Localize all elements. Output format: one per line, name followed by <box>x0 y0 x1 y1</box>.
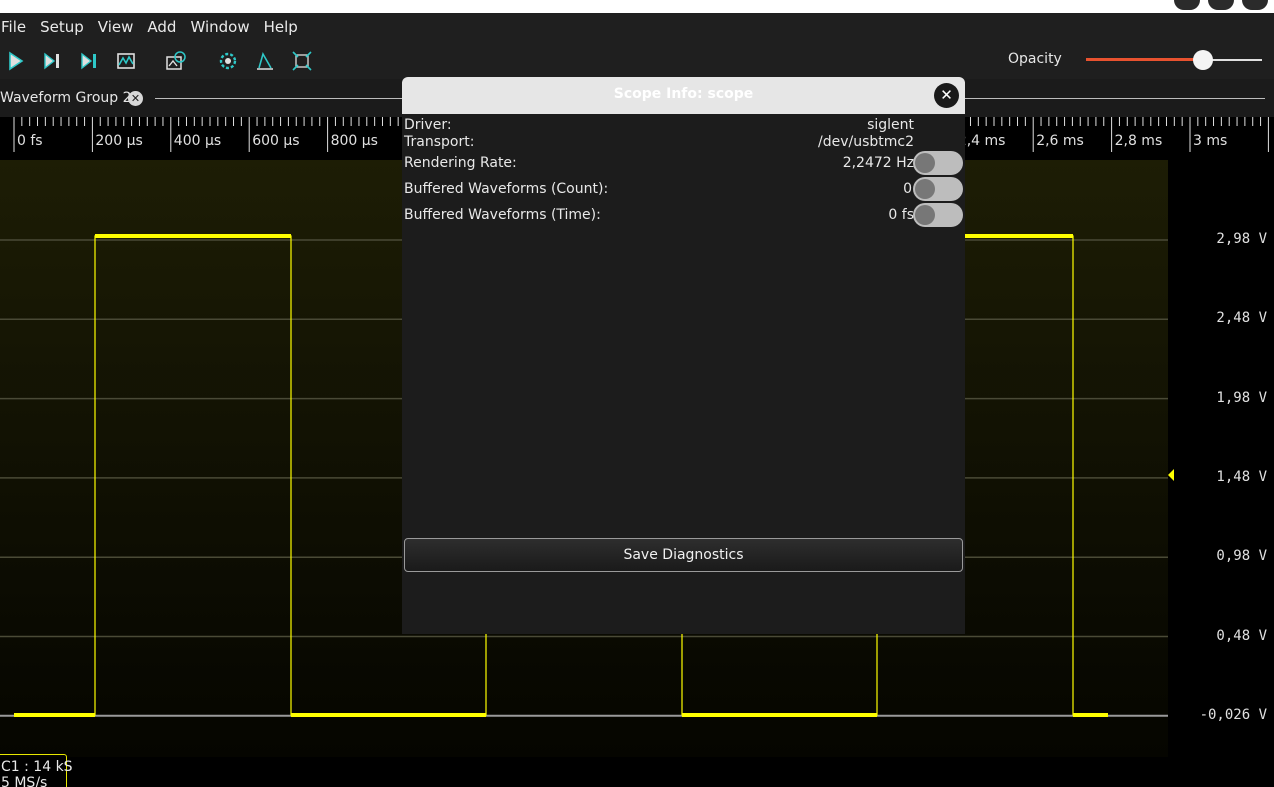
dialog-close-button[interactable]: ✕ <box>934 83 959 108</box>
time-tick-label: 800 µs <box>330 133 378 149</box>
rendering-rate-toggle[interactable] <box>913 151 963 175</box>
fullscreen-icon <box>292 51 312 71</box>
info-key: Buffered Waveforms (Time): <box>404 207 601 223</box>
time-tick-label: 2,8 ms <box>1114 133 1163 149</box>
menu-window[interactable]: Window <box>184 13 257 41</box>
toggle-knob <box>915 153 935 173</box>
toggle-knob <box>915 205 935 225</box>
tab-close-icon[interactable]: ✕ <box>128 91 143 106</box>
channel-sample-rate: 5 MS/s <box>1 775 48 787</box>
opacity-slider-fill <box>1086 58 1204 61</box>
maximize-window-button[interactable] <box>1208 0 1234 10</box>
opacity-slider-thumb[interactable] <box>1193 50 1214 70</box>
waveform-noise-band <box>291 713 486 717</box>
toolbar: Opacity <box>0 41 1274 79</box>
play-icon <box>9 51 24 71</box>
save-diagnostics-button[interactable]: Save Diagnostics <box>404 538 963 572</box>
buffered-time-toggle[interactable] <box>913 203 963 227</box>
menu-add[interactable]: Add <box>141 13 184 41</box>
dialog-title: Scope Info: scope <box>613 86 754 102</box>
settings-button[interactable] <box>214 49 242 73</box>
info-key: Transport: <box>404 134 475 150</box>
menu-view[interactable]: View <box>92 13 142 41</box>
waveform-noise-band <box>682 713 877 717</box>
info-key: Buffered Waveforms (Count): <box>404 181 609 197</box>
menu-setup[interactable]: Setup <box>34 13 92 41</box>
dialog-titlebar[interactable]: Scope Info: scope ✕ <box>402 77 965 114</box>
single-trigger-icon <box>44 52 59 70</box>
autofit-icon <box>257 51 273 70</box>
voltage-tick-label: -0,026 V <box>1199 706 1267 723</box>
voltage-tick-label: 1,98 V <box>1216 389 1267 406</box>
time-tick-label: 0 fs <box>17 133 43 149</box>
waveform-noise-band <box>1073 713 1108 717</box>
waveform-group-button[interactable] <box>162 49 190 73</box>
waveform-noise-band <box>965 234 1073 238</box>
info-row-rendering-rate: Rendering Rate: 2,2472 Hz <box>404 155 914 173</box>
status-area: C1 : 14 kS 5 MS/s <box>0 754 1274 787</box>
opacity-label: Opacity <box>1008 51 1062 67</box>
info-row-driver: Driver: siglent <box>404 117 914 135</box>
channel-info-box[interactable]: C1 : 14 kS 5 MS/s <box>0 754 73 787</box>
voltage-tick-label: 0,98 V <box>1216 548 1267 565</box>
time-tick-label: 2,6 ms <box>1036 133 1084 149</box>
info-value: 0 <box>903 181 912 197</box>
info-row-buffered-count: Buffered Waveforms (Count): 0 <box>404 181 914 199</box>
menu-help[interactable]: Help <box>258 13 306 41</box>
info-value: 0 fs <box>888 207 914 223</box>
info-row-transport: Transport: /dev/usbtmc2 <box>404 134 914 152</box>
minimize-window-button[interactable] <box>1174 0 1200 10</box>
tab-waveform-group[interactable]: Waveform Group 2 <box>0 90 132 106</box>
waveform-noise-band <box>14 713 95 717</box>
single-trigger-button[interactable] <box>38 49 66 73</box>
info-key: Rendering Rate: <box>404 155 517 171</box>
history-icon <box>117 53 135 69</box>
time-tick-label: 200 µs <box>95 133 143 149</box>
buffered-count-toggle[interactable] <box>913 177 963 201</box>
info-value: 2,2472 Hz <box>842 155 914 171</box>
voltage-tick-label: 2,98 V <box>1216 231 1267 247</box>
menu-file[interactable]: File <box>0 13 34 41</box>
channel-sample-count: C1 : 14 kS <box>1 759 73 775</box>
autofit-button[interactable] <box>251 49 279 73</box>
time-tick-label: 600 µs <box>252 133 300 149</box>
close-window-button[interactable] <box>1242 0 1268 10</box>
time-tick-label: 400 µs <box>173 133 222 149</box>
info-value: /dev/usbtmc2 <box>817 134 914 150</box>
menu-bar: File Setup View Add Window Help <box>0 13 1274 41</box>
toggle-knob <box>915 179 935 199</box>
info-value: siglent <box>867 117 914 133</box>
info-row-buffered-time: Buffered Waveforms (Time): 0 fs <box>404 207 914 225</box>
trigger-level-marker[interactable] <box>1168 469 1174 481</box>
start-acquisition-button[interactable] <box>1 49 29 73</box>
info-key: Driver: <box>404 117 452 133</box>
force-trigger-button[interactable] <box>75 49 103 73</box>
settings-icon <box>219 52 237 70</box>
scope-info-dialog: Scope Info: scope ✕ Driver: siglent Tran… <box>402 77 965 634</box>
history-button[interactable] <box>112 49 140 73</box>
voltage-axis[interactable]: 2,98 V 2,48 V 1,98 V 1,48 V 0,98 V 0,48 V -0,0… <box>1168 160 1274 757</box>
waveform-group-icon <box>166 51 186 70</box>
fullscreen-button[interactable] <box>288 49 316 73</box>
voltage-tick-label: 0,48 V <box>1216 627 1267 644</box>
voltage-tick-label: 1,48 V <box>1216 468 1267 485</box>
voltage-tick-label: 2,48 V <box>1216 310 1267 327</box>
force-trigger-icon <box>81 52 96 70</box>
opacity-slider[interactable] <box>1086 50 1262 70</box>
waveform-noise-band <box>95 234 291 238</box>
window-title-strip <box>0 0 1274 13</box>
time-tick-label: 3 ms <box>1193 133 1228 149</box>
